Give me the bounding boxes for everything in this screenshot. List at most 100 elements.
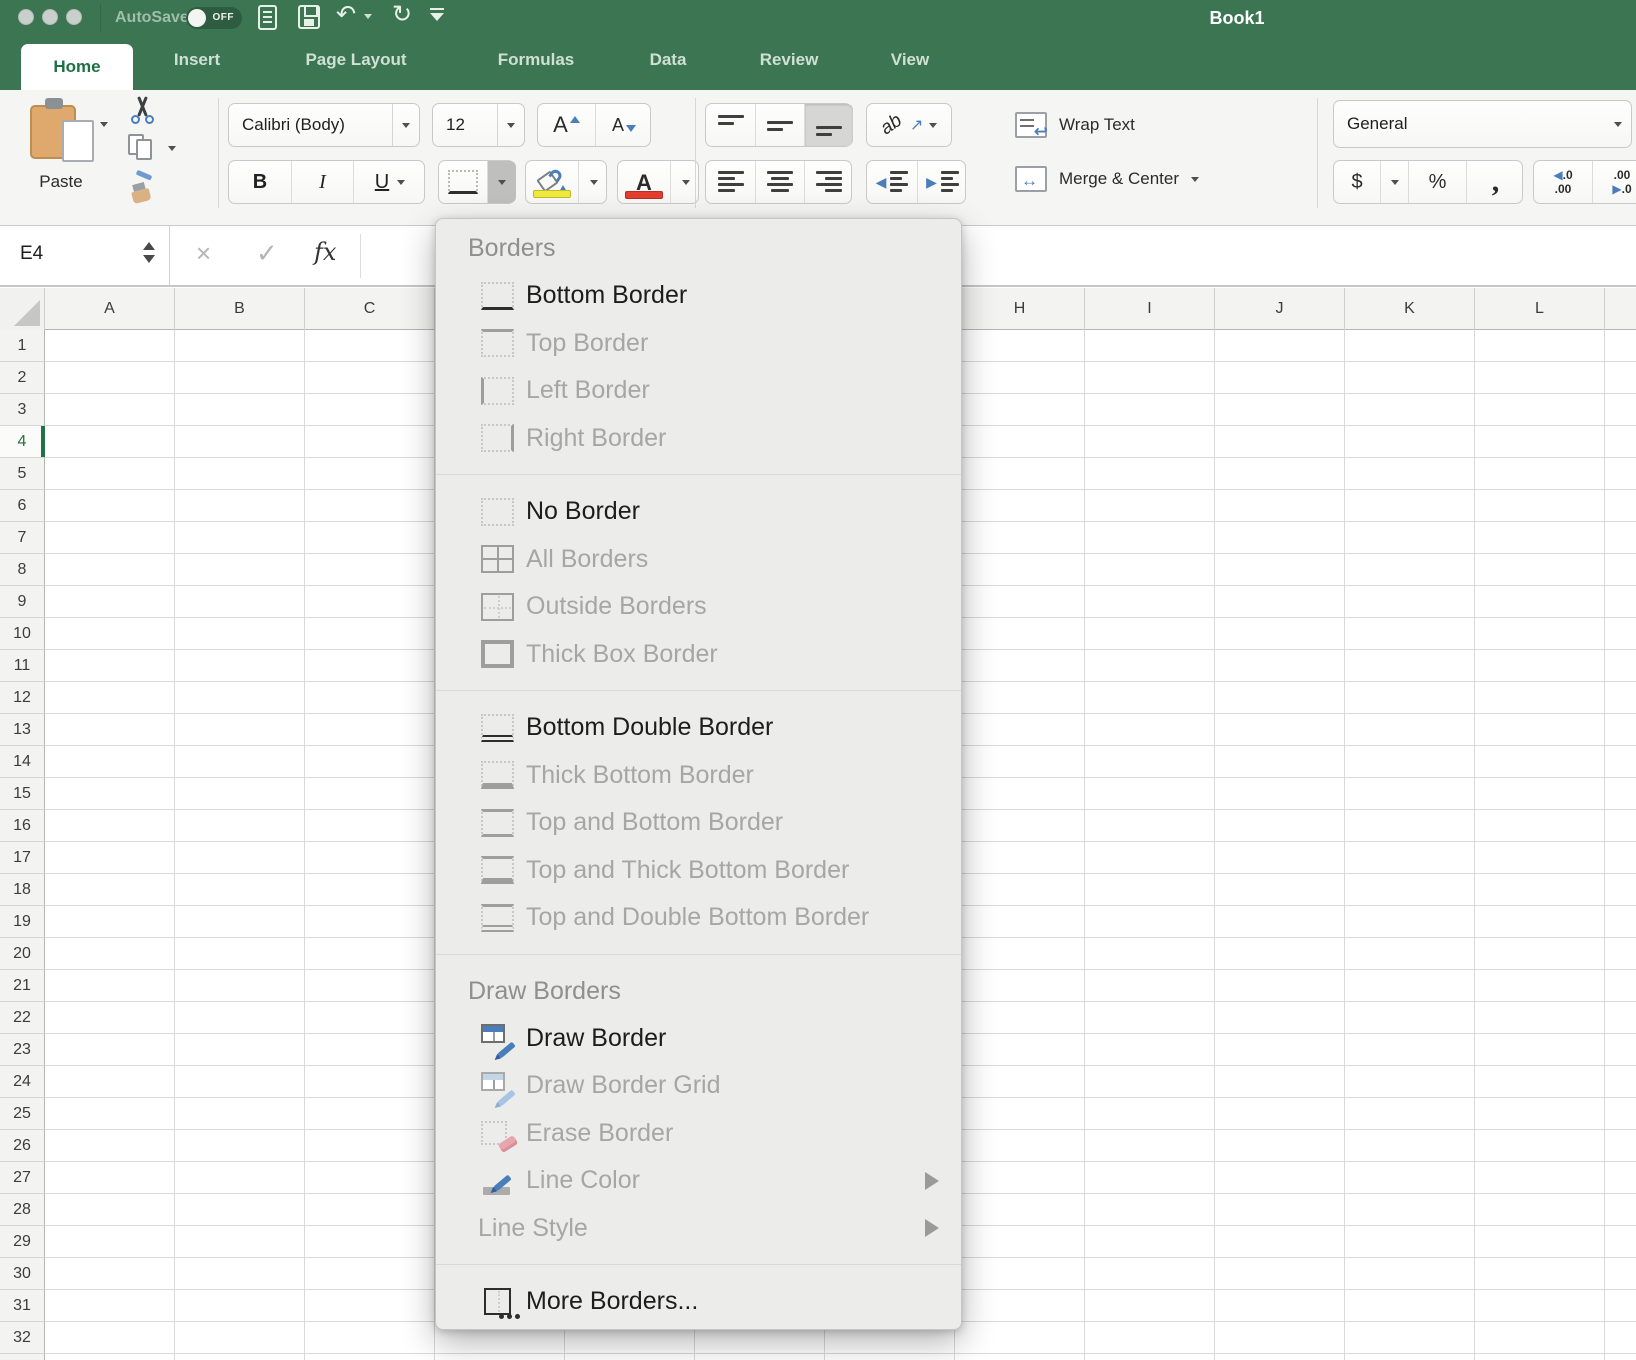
cell[interactable] [1085, 1098, 1215, 1130]
cell[interactable] [1215, 1162, 1345, 1194]
cell[interactable] [175, 1002, 305, 1034]
cell[interactable] [1475, 426, 1605, 458]
underline-dropdown-icon[interactable] [397, 179, 406, 185]
tab-review[interactable]: Review [760, 50, 819, 70]
cell[interactable] [305, 1354, 435, 1360]
cell[interactable] [305, 1130, 435, 1162]
insert-function-icon[interactable]: fx [314, 238, 336, 266]
cell[interactable] [305, 1098, 435, 1130]
cell[interactable] [1475, 906, 1605, 938]
cell[interactable] [45, 1098, 175, 1130]
cell[interactable] [305, 1226, 435, 1258]
cell[interactable] [175, 618, 305, 650]
cell[interactable] [45, 874, 175, 906]
cell[interactable] [1085, 490, 1215, 522]
cell[interactable] [1085, 1002, 1215, 1034]
menu-item-top-and-bottom-border[interactable]: Top and Bottom Border [436, 799, 961, 847]
cell[interactable] [175, 330, 305, 362]
paste-dropdown-icon[interactable] [100, 122, 108, 127]
cell[interactable] [1085, 682, 1215, 714]
row-header[interactable]: 22 [0, 1002, 45, 1034]
paste-button[interactable]: Paste [28, 98, 94, 194]
cell[interactable] [1085, 1130, 1215, 1162]
cell[interactable] [1215, 938, 1345, 970]
number-format-select[interactable]: General [1333, 100, 1632, 148]
cell[interactable] [175, 426, 305, 458]
cell[interactable] [955, 490, 1085, 522]
cell[interactable] [955, 938, 1085, 970]
cell[interactable] [45, 842, 175, 874]
menu-item-draw-border-grid[interactable]: Draw Border Grid [436, 1062, 961, 1110]
orientation-dropdown-icon[interactable] [929, 122, 938, 128]
cell[interactable] [45, 554, 175, 586]
cell[interactable] [955, 554, 1085, 586]
cell[interactable] [955, 1098, 1085, 1130]
cell[interactable] [305, 490, 435, 522]
cell[interactable] [1085, 714, 1215, 746]
cell[interactable] [45, 906, 175, 938]
cell[interactable] [1215, 842, 1345, 874]
zoom-window-button[interactable] [66, 9, 82, 25]
cell[interactable] [1085, 458, 1215, 490]
menu-item-top-and-double-bottom-border[interactable]: Top and Double Bottom Border [436, 894, 961, 942]
cell[interactable] [1345, 1194, 1475, 1226]
cell[interactable] [1345, 426, 1475, 458]
cell[interactable] [1605, 778, 1636, 810]
row-header[interactable]: 13 [0, 714, 45, 746]
borders-dropdown-button[interactable] [487, 161, 516, 203]
cell[interactable] [1605, 810, 1636, 842]
cell[interactable] [1605, 714, 1636, 746]
cell[interactable] [955, 362, 1085, 394]
tab-insert[interactable]: Insert [174, 50, 220, 70]
cell[interactable] [955, 1066, 1085, 1098]
cell[interactable] [1345, 458, 1475, 490]
chevron-down-icon[interactable] [497, 104, 524, 146]
cell[interactable] [1345, 1034, 1475, 1066]
cell[interactable] [1215, 746, 1345, 778]
cell[interactable] [1215, 714, 1345, 746]
cell[interactable] [305, 1322, 435, 1354]
cell[interactable] [1475, 1130, 1605, 1162]
cell[interactable] [1605, 1322, 1636, 1354]
cell[interactable] [175, 490, 305, 522]
cell[interactable] [1085, 426, 1215, 458]
cell[interactable] [1215, 394, 1345, 426]
cell[interactable] [1345, 394, 1475, 426]
cell[interactable] [1605, 1354, 1636, 1360]
fill-color-dropdown-icon[interactable] [578, 161, 608, 203]
row-header[interactable]: 21 [0, 970, 45, 1002]
cell[interactable] [305, 810, 435, 842]
cell[interactable] [1605, 842, 1636, 874]
cell[interactable] [1085, 1290, 1215, 1322]
cell[interactable] [1215, 1002, 1345, 1034]
row-header[interactable]: 6 [0, 490, 45, 522]
cell[interactable] [45, 394, 175, 426]
cell[interactable] [1475, 650, 1605, 682]
cell[interactable] [1475, 746, 1605, 778]
cell[interactable] [1345, 522, 1475, 554]
cell[interactable] [45, 714, 175, 746]
cell[interactable] [45, 1002, 175, 1034]
column-header[interactable]: K [1345, 288, 1475, 330]
cell[interactable] [1475, 490, 1605, 522]
cell[interactable] [1345, 330, 1475, 362]
cell[interactable] [305, 778, 435, 810]
cell[interactable] [175, 714, 305, 746]
cell[interactable] [1215, 650, 1345, 682]
cell[interactable] [305, 906, 435, 938]
cell[interactable] [175, 1066, 305, 1098]
cell[interactable] [1475, 970, 1605, 1002]
row-header[interactable] [0, 1354, 45, 1360]
cell[interactable] [955, 970, 1085, 1002]
cell[interactable] [1345, 586, 1475, 618]
cell[interactable] [45, 618, 175, 650]
cell[interactable] [1605, 1194, 1636, 1226]
cell[interactable] [1475, 1226, 1605, 1258]
cell[interactable] [1215, 1354, 1345, 1360]
tab-formulas[interactable]: Formulas [498, 50, 575, 70]
cell[interactable] [1475, 1162, 1605, 1194]
cell[interactable] [1605, 1226, 1636, 1258]
save-icon[interactable] [298, 5, 320, 29]
cell[interactable] [305, 458, 435, 490]
cell[interactable] [175, 586, 305, 618]
